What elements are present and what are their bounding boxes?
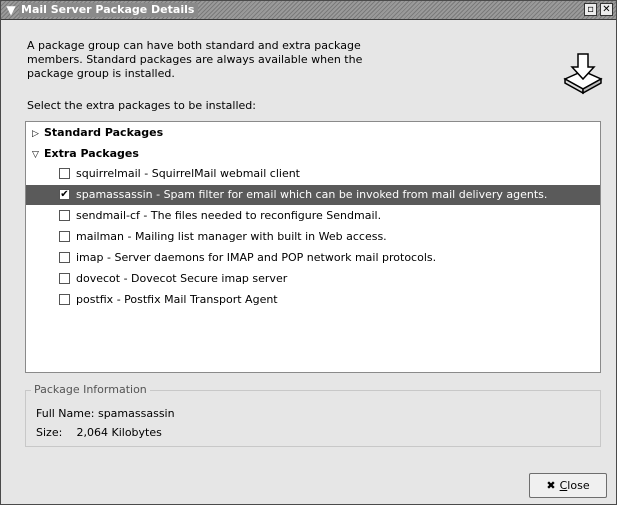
package-install-icon — [563, 53, 603, 95]
list-item[interactable]: postfix - Postfix Mail Transport Agent — [26, 290, 600, 310]
list-item[interactable]: mailman - Mailing list manager with buil… — [26, 227, 600, 247]
checkbox[interactable] — [59, 231, 70, 242]
list-item[interactable]: sendmail-cf - The files needed to reconf… — [26, 206, 600, 226]
title-bar[interactable]: ▼ Mail Server Package Details ▫ ✕ — [1, 1, 616, 20]
size-label: Size: — [36, 426, 63, 439]
package-list[interactable]: ▷ Standard Packages ▽ Extra Packages squir… — [25, 121, 601, 373]
list-item-selected[interactable]: ✔ spamassassin - Spam filter for email w… — [26, 185, 600, 205]
window-menu-icon[interactable]: ▼ — [4, 2, 18, 18]
close-button[interactable]: ✖ Close — [529, 473, 607, 498]
expander-collapsed-icon[interactable]: ▷ — [32, 125, 44, 143]
close-icon: ✖ — [546, 479, 556, 492]
close-label: lose — [567, 479, 590, 492]
select-extra-label: Select the extra packages to be installe… — [27, 99, 256, 112]
window-title: Mail Server Package Details — [19, 3, 199, 17]
full-name-label: Full Name: — [36, 407, 95, 420]
group-extra-packages[interactable]: ▽ Extra Packages — [32, 145, 139, 163]
checkbox[interactable] — [59, 294, 70, 305]
size-value: 2,064 Kilobytes — [76, 426, 162, 439]
dialog-window: ▼ Mail Server Package Details ▫ ✕ A pack… — [0, 0, 617, 505]
expander-expanded-icon[interactable]: ▽ — [32, 146, 44, 164]
package-info-legend: Package Information — [31, 383, 150, 396]
size-line: Size: 2,064 Kilobytes — [36, 426, 162, 439]
checkbox[interactable] — [59, 210, 70, 221]
description-text: A package group can have both standard a… — [27, 39, 363, 80]
checkbox[interactable] — [59, 168, 70, 179]
checkbox[interactable] — [59, 252, 70, 263]
checkbox[interactable] — [59, 273, 70, 284]
checkbox-checked[interactable]: ✔ — [59, 189, 70, 200]
full-name-line: Full Name: spamassassin — [36, 407, 175, 420]
list-item[interactable]: imap - Server daemons for IMAP and POP n… — [26, 248, 600, 268]
group-standard-packages[interactable]: ▷ Standard Packages — [32, 124, 163, 142]
close-window-icon[interactable]: ✕ — [600, 3, 613, 16]
list-item[interactable]: squirrelmail - SquirrelMail webmail clie… — [26, 164, 600, 184]
full-name-value: spamassassin — [97, 407, 175, 420]
list-item[interactable]: dovecot - Dovecot Secure imap server — [26, 269, 600, 289]
maximize-icon[interactable]: ▫ — [584, 3, 597, 16]
